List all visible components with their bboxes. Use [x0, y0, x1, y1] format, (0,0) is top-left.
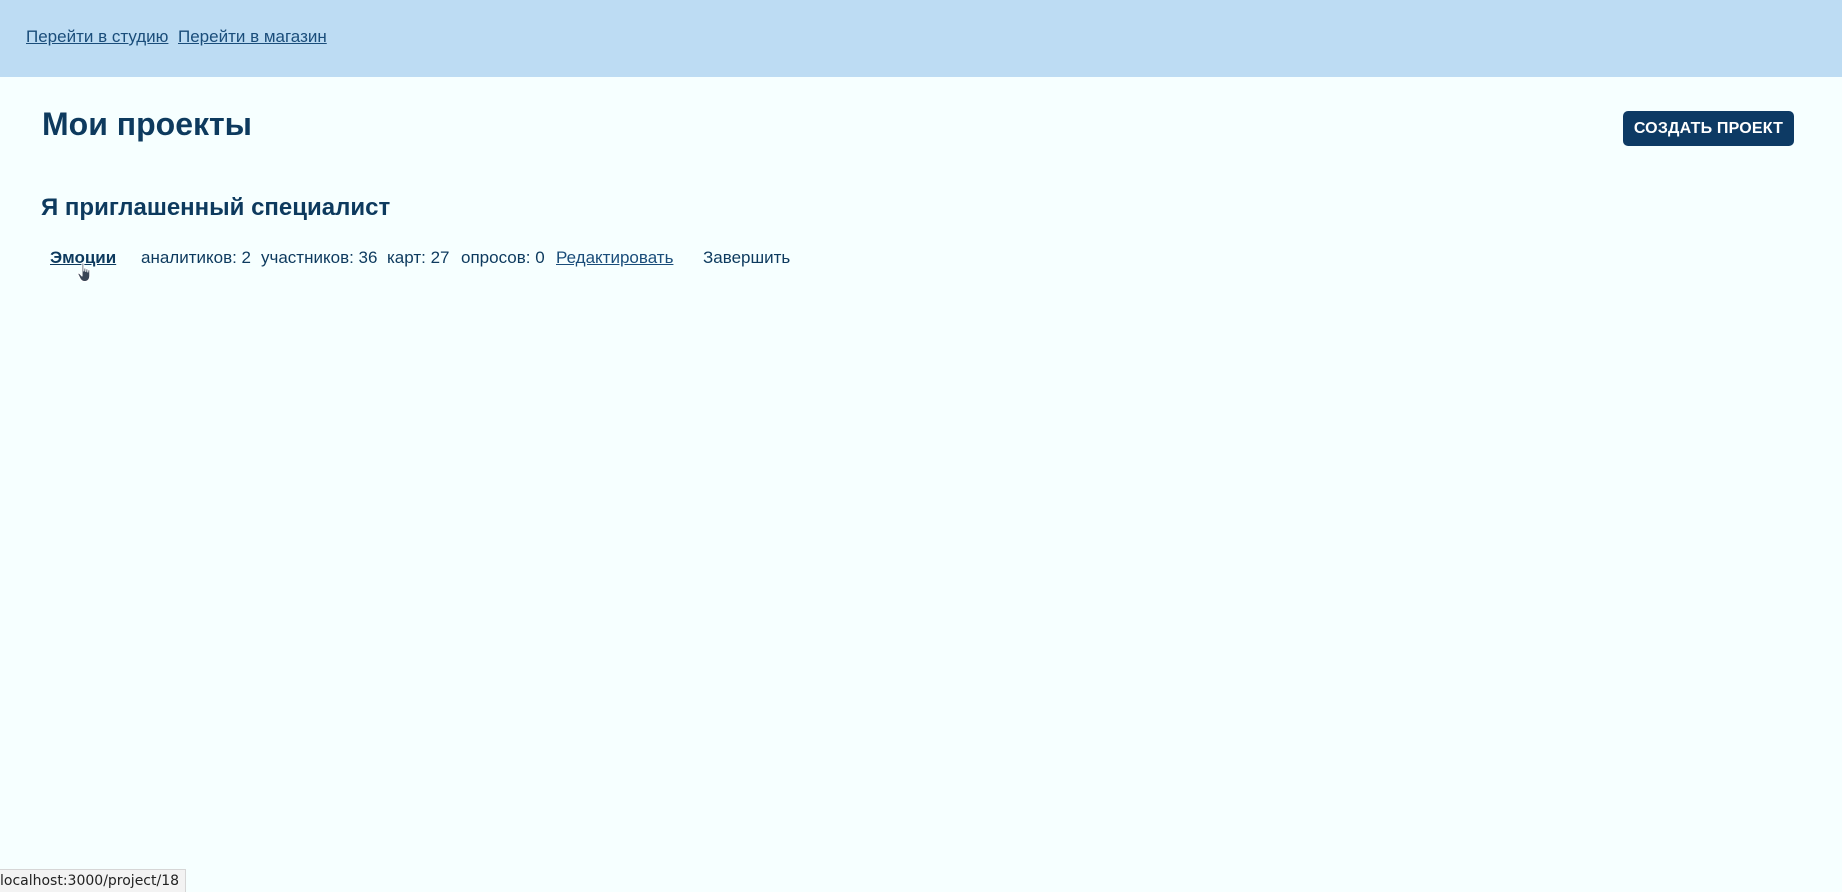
surveys-count: опросов: 0 [461, 248, 545, 267]
hand-pointer-icon [77, 262, 91, 283]
edit-project-link[interactable]: Редактировать [556, 248, 673, 268]
cards-count: карт: 27 [387, 248, 450, 267]
participants-count: участников: 36 [261, 248, 378, 267]
section-title: Я приглашенный специалист [41, 194, 391, 221]
analysts-count: аналитиков: 2 [141, 248, 252, 267]
status-bar-url: localhost:3000/project/18 [0, 869, 187, 892]
create-project-button[interactable]: СОЗДАТЬ ПРОЕКТ [1623, 111, 1794, 146]
go-to-studio-link[interactable]: Перейти в студию [26, 27, 168, 47]
go-to-shop-link[interactable]: Перейти в магазин [178, 27, 327, 47]
top-nav-bar: Перейти в студию Перейти в магазин [0, 0, 1842, 77]
page-title: Мои проекты [42, 106, 252, 142]
finish-project-button[interactable]: Завершить [703, 248, 790, 268]
project-row: Эмоции аналитиков: 2 участников: 36 карт… [0, 248, 900, 272]
